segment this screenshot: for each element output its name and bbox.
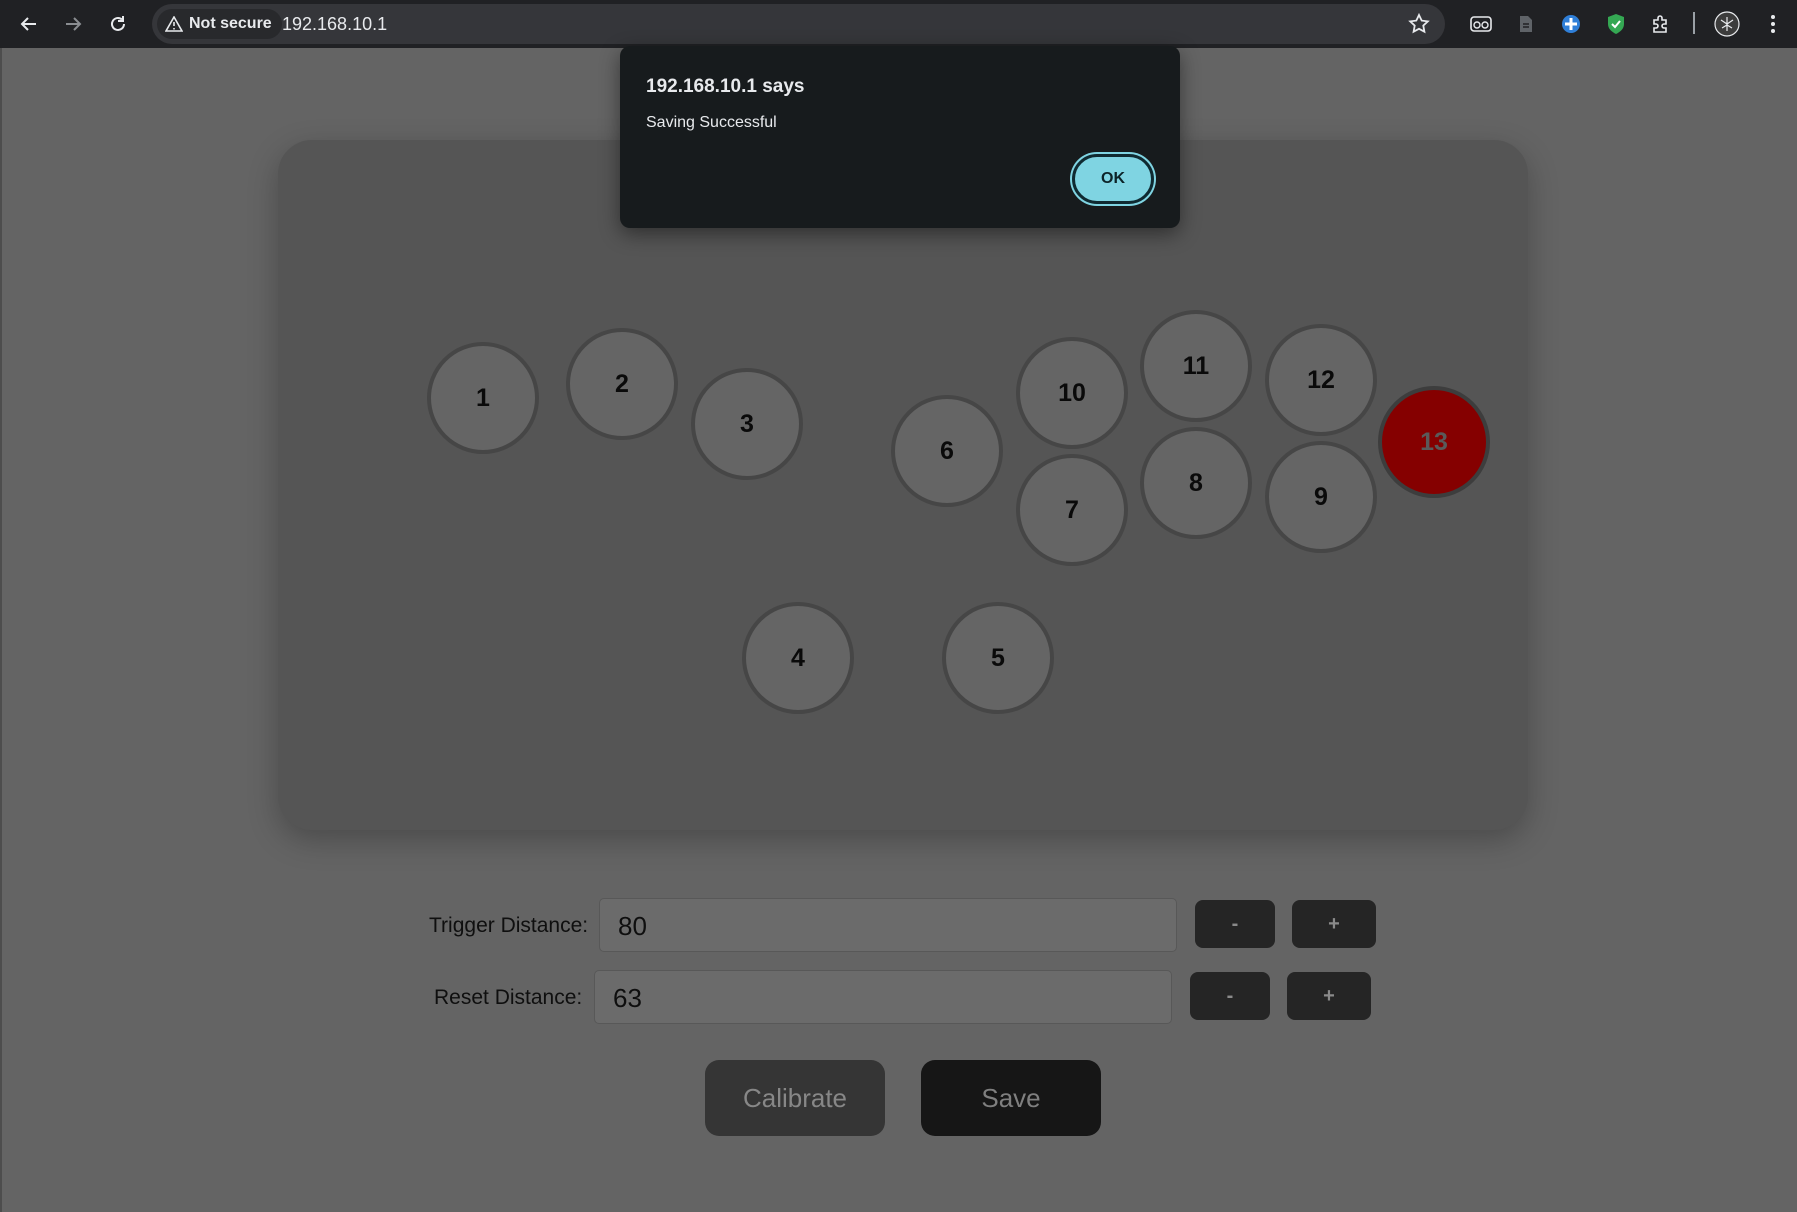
profile-avatar-icon[interactable] (1712, 9, 1742, 39)
forward-arrow-icon (66, 17, 82, 31)
key-10[interactable]: 10 (1016, 337, 1128, 449)
reset-increase-button[interactable]: + (1287, 972, 1371, 1020)
key-7[interactable]: 7 (1016, 454, 1128, 566)
key-13[interactable]: 13 (1378, 386, 1490, 498)
browser-toolbar: Not secure 192.168.10.1 (0, 0, 1797, 48)
key-9[interactable]: 9 (1265, 441, 1377, 553)
key-5[interactable]: 5 (942, 602, 1054, 714)
key-4[interactable]: 4 (742, 602, 854, 714)
calibrate-button[interactable]: Calibrate (705, 1060, 885, 1136)
dialog-message: Saving Successful (646, 114, 777, 131)
site-info-chip[interactable]: Not secure (157, 9, 282, 39)
key-12[interactable]: 12 (1265, 324, 1377, 436)
reset-decrease-button[interactable]: - (1190, 972, 1270, 1020)
extensions-puzzle-icon[interactable] (1646, 9, 1676, 39)
key-11[interactable]: 11 (1140, 310, 1252, 422)
save-button[interactable]: Save (921, 1060, 1101, 1136)
key-2[interactable]: 2 (566, 328, 678, 440)
security-label: Not secure (189, 15, 272, 32)
back-button[interactable] (11, 6, 47, 42)
trigger-distance-input[interactable]: 80 (599, 898, 1177, 952)
url-text[interactable]: 192.168.10.1 (282, 14, 387, 35)
toolbar-divider (1693, 12, 1695, 34)
reset-distance-label: Reset Distance: (434, 986, 583, 1009)
ok-button[interactable]: OK (1072, 154, 1154, 204)
key-1[interactable]: 1 (427, 342, 539, 454)
reset-distance-input[interactable]: 63 (594, 970, 1172, 1024)
alert-dialog: 192.168.10.1 says Saving Successful OK (620, 46, 1180, 228)
trigger-distance-label: Trigger Distance: (429, 914, 589, 937)
keyboard-panel: 1 2 3 4 5 6 7 8 9 10 11 12 13 (278, 140, 1528, 830)
key-6[interactable]: 6 (891, 395, 1003, 507)
forward-button[interactable] (55, 6, 91, 42)
dialog-title: 192.168.10.1 says (646, 76, 805, 97)
trigger-increase-button[interactable]: + (1292, 900, 1376, 948)
back-arrow-icon (20, 17, 36, 31)
key-8[interactable]: 8 (1140, 427, 1252, 539)
reader-extension-icon[interactable] (1466, 9, 1496, 39)
browser-menu-icon[interactable] (1758, 9, 1788, 39)
document-extension-icon[interactable] (1511, 9, 1541, 39)
key-3[interactable]: 3 (691, 368, 803, 480)
trigger-decrease-button[interactable]: - (1195, 900, 1275, 948)
reload-icon (111, 16, 125, 31)
address-bar[interactable]: Not secure 192.168.10.1 (152, 4, 1445, 44)
puzzle-blue-extension-icon[interactable] (1556, 9, 1586, 39)
reload-button[interactable] (100, 6, 136, 42)
bookmark-star-icon[interactable] (1407, 12, 1431, 36)
shield-extension-icon[interactable] (1601, 9, 1631, 39)
warning-icon (165, 16, 183, 32)
